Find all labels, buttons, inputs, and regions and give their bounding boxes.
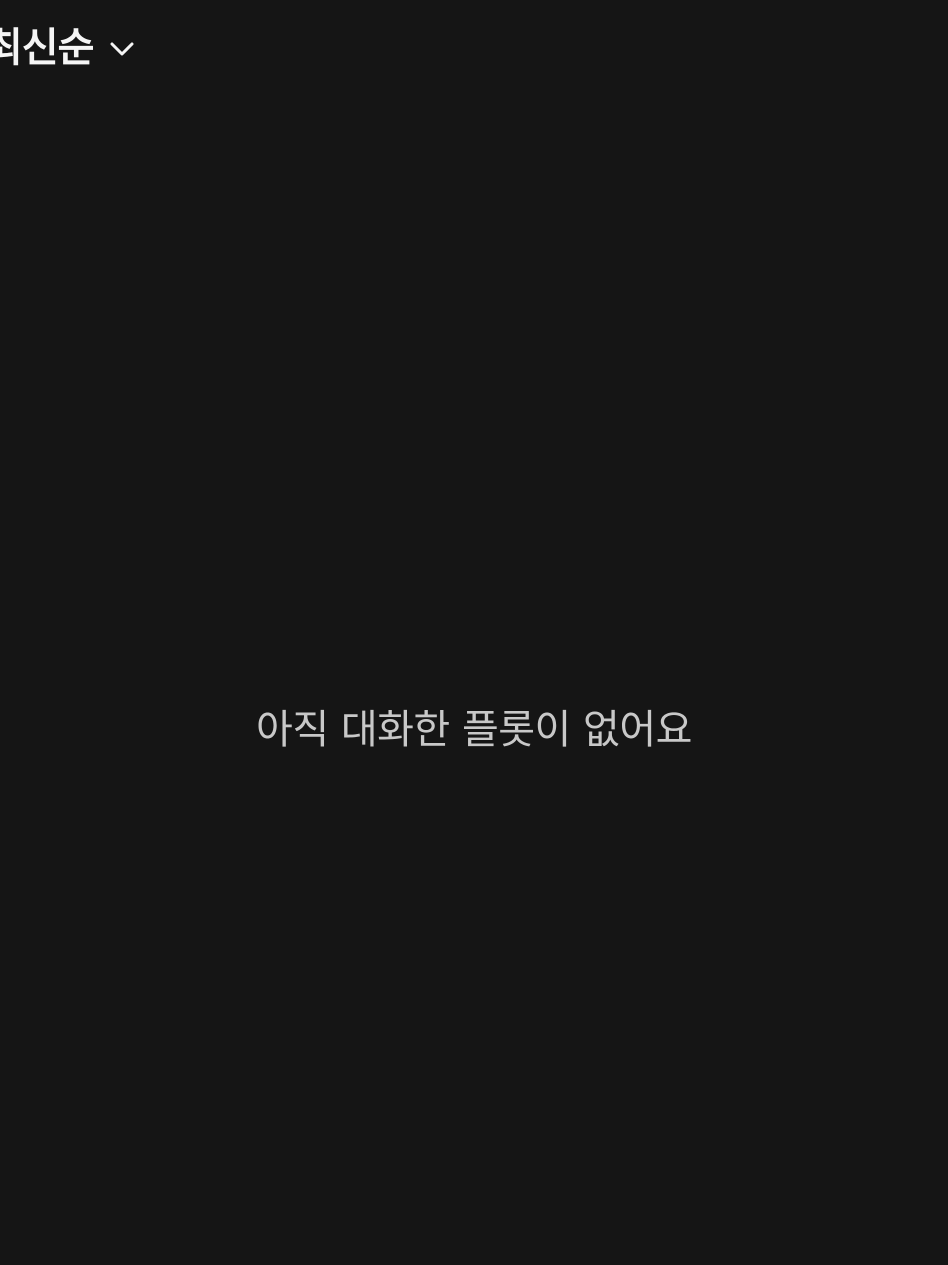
chevron-down-icon bbox=[107, 34, 137, 64]
sort-dropdown[interactable]: 최신순 bbox=[0, 18, 137, 78]
sort-dropdown-label: 최신순 bbox=[0, 25, 94, 71]
empty-state-message: 아직 대화한 플롯이 없어요 bbox=[256, 707, 692, 753]
